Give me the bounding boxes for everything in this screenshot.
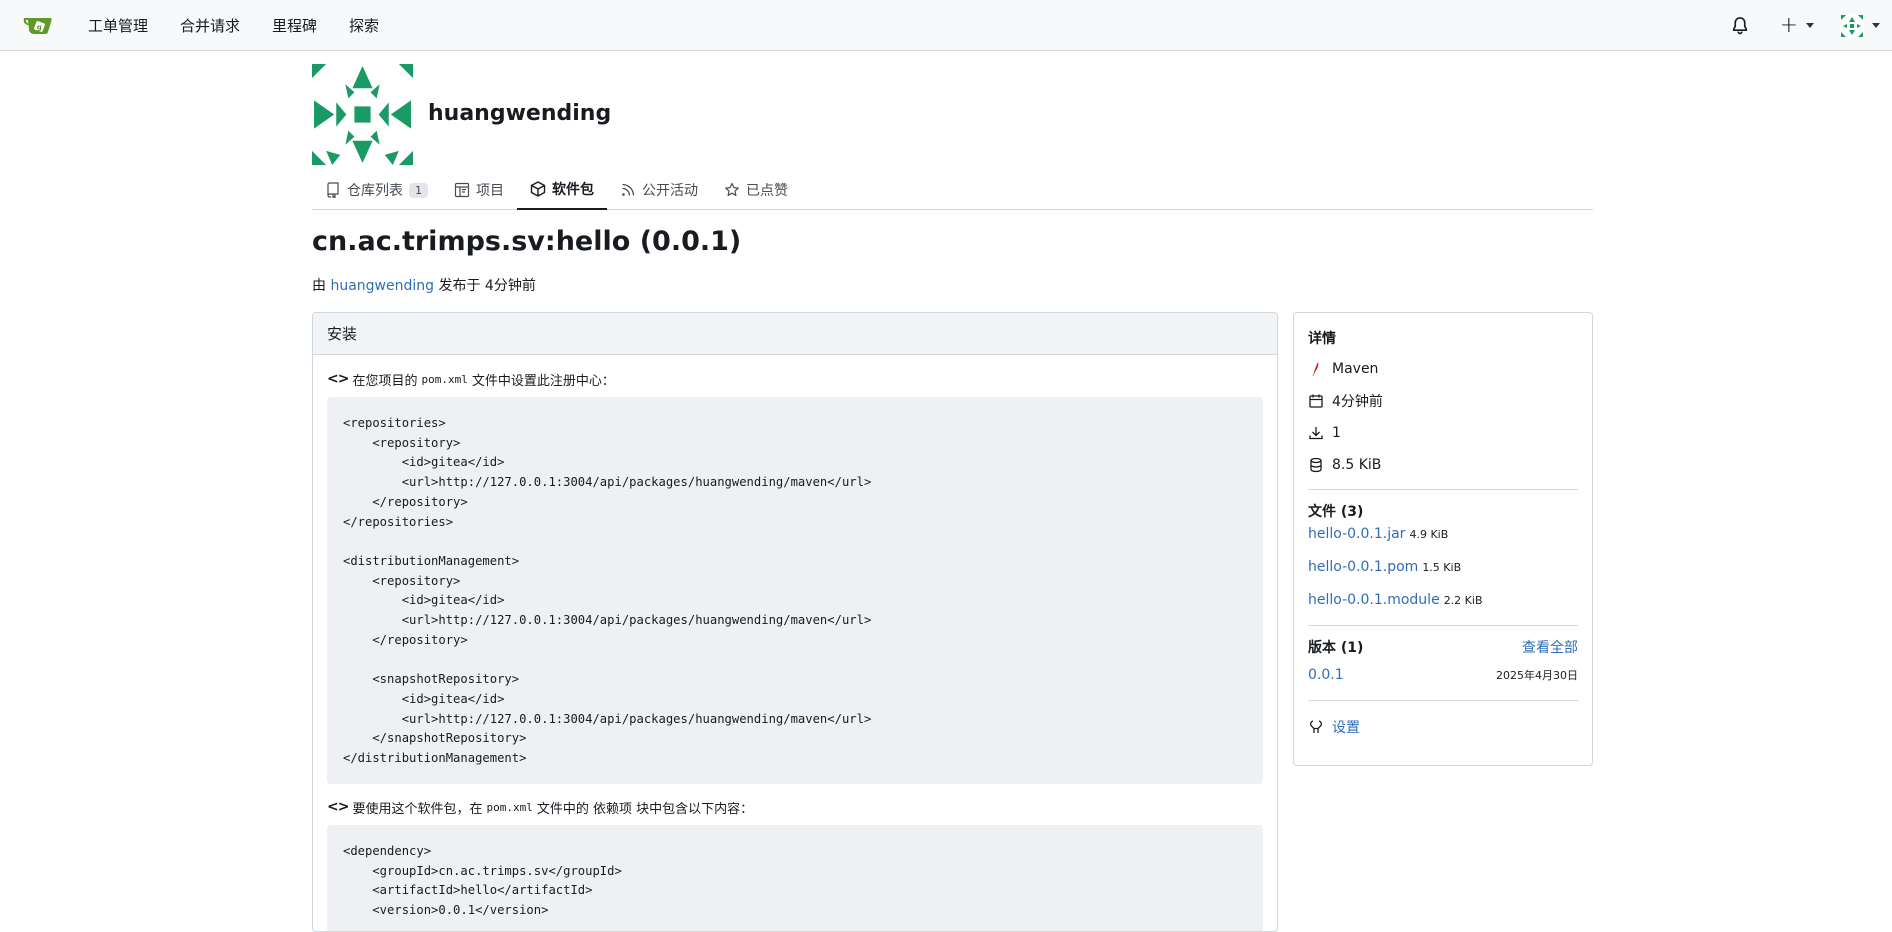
- step-text: 文件中的 依赖项 块中包含以下内容：: [536, 801, 754, 817]
- registry-code-block[interactable]: <repositories> <repository> <id>gitea</i…: [327, 397, 1263, 784]
- install-step-registry: <> 在您项目的 pom.xml 文件中设置此注册中心：: [327, 369, 1263, 389]
- top-navbar: g 工单管理 合并请求 里程碑 探索 +: [0, 0, 1892, 51]
- repo-icon: [327, 182, 339, 198]
- download-count: 1: [1332, 425, 1341, 441]
- database-icon: [1310, 457, 1322, 473]
- published-time: 4分钟前: [1332, 394, 1383, 410]
- tab-label: 项目: [476, 183, 504, 199]
- file-link[interactable]: hello-0.0.1.pom: [1308, 559, 1418, 575]
- file-link[interactable]: hello-0.0.1.jar: [1308, 526, 1405, 542]
- bell-icon[interactable]: [1730, 16, 1750, 36]
- dependency-code-block[interactable]: <dependency> <groupId>cn.ac.trimps.sv</g…: [327, 825, 1263, 931]
- package-icon: [530, 181, 546, 197]
- file-item: hello-0.0.1.module 2.2 KiB: [1308, 588, 1578, 621]
- install-heading: 安装: [313, 313, 1277, 355]
- tools-icon: [1309, 720, 1323, 733]
- versions-header: 版本 (1) 查看全部: [1308, 636, 1578, 658]
- package-size: 8.5 KiB: [1308, 449, 1578, 481]
- settings-link[interactable]: 设置: [1332, 717, 1360, 737]
- version-date: 2025年4月30日: [1496, 669, 1578, 682]
- meta-prefix: 由: [312, 278, 326, 294]
- file-item: hello-0.0.1.pom 1.5 KiB: [1308, 555, 1578, 588]
- file-item: hello-0.0.1.jar 4.9 KiB: [1308, 522, 1578, 555]
- step-filename: pom.xml: [421, 372, 468, 386]
- tab-starred[interactable]: 已点赞: [711, 170, 801, 210]
- repo-count-badge: 1: [409, 182, 428, 198]
- step-filename: pom.xml: [486, 800, 533, 814]
- avatar: [1840, 13, 1864, 38]
- tab-public-activity[interactable]: 公开活动: [607, 170, 711, 210]
- package-meta: 由 huangwending 发布于 4分钟前: [312, 275, 536, 295]
- create-new-menu[interactable]: +: [1779, 12, 1814, 38]
- publisher-link[interactable]: huangwending: [330, 278, 434, 294]
- divider: [1308, 700, 1578, 701]
- package-settings: 设置: [1308, 711, 1578, 743]
- profile-name: huangwending: [428, 101, 612, 126]
- calendar-icon: [1309, 394, 1323, 408]
- version-link[interactable]: 0.0.1: [1308, 667, 1344, 683]
- divider: [1308, 489, 1578, 490]
- nav-explore[interactable]: 探索: [333, 15, 395, 36]
- download-icon: [1309, 427, 1323, 440]
- tab-label: 已点赞: [746, 183, 788, 199]
- file-size: 1.5 KiB: [1422, 561, 1462, 574]
- package-type: Maven: [1308, 353, 1578, 385]
- svg-text:g: g: [37, 24, 42, 32]
- code-icon: <>: [327, 371, 349, 387]
- chevron-down-icon: [1872, 23, 1880, 28]
- details-heading: 详情: [1308, 331, 1336, 347]
- install-panel: 安装 <> 在您项目的 pom.xml 文件中设置此注册中心： <reposit…: [312, 312, 1278, 932]
- gitea-logo-icon[interactable]: g: [22, 13, 54, 37]
- tab-label: 仓库列表: [347, 183, 403, 199]
- package-type-label: Maven: [1332, 361, 1379, 377]
- tab-packages[interactable]: 软件包: [517, 170, 607, 210]
- star-icon: [725, 182, 739, 197]
- tab-projects[interactable]: 项目: [441, 170, 517, 210]
- view-all-versions-link[interactable]: 查看全部: [1522, 637, 1578, 657]
- install-step-dependency: <> 要使用这个软件包，在 pom.xml 文件中的 依赖项 块中包含以下内容：: [327, 797, 1263, 817]
- meta-suffix: 发布于 4分钟前: [438, 278, 536, 294]
- files-heading: 文件 (3): [1308, 504, 1364, 520]
- chevron-down-icon: [1806, 23, 1814, 28]
- divider: [1308, 625, 1578, 626]
- nav-pull-requests[interactable]: 合并请求: [164, 15, 256, 36]
- step-text: 要使用这个软件包，在: [352, 801, 483, 817]
- details-panel: 详情 Maven 4分钟前 1 8.5 KiB 文件 (3) hello-0.0…: [1293, 312, 1593, 766]
- package-published: 4分钟前: [1308, 385, 1578, 417]
- code-icon: <>: [327, 799, 349, 815]
- nav-milestones[interactable]: 里程碑: [256, 15, 333, 36]
- file-size: 2.2 KiB: [1443, 594, 1483, 607]
- rss-icon: [622, 183, 635, 196]
- version-item: 0.0.1 2025年4月30日: [1308, 658, 1578, 692]
- tab-label: 软件包: [552, 182, 594, 198]
- file-size: 4.9 KiB: [1409, 528, 1449, 541]
- tab-repositories[interactable]: 仓库列表 1: [312, 170, 441, 210]
- package-title: cn.ac.trimps.sv:hello (0.0.1): [312, 226, 742, 257]
- user-menu[interactable]: [1840, 13, 1880, 38]
- file-link[interactable]: hello-0.0.1.module: [1308, 592, 1440, 608]
- step-text: 在您项目的: [352, 373, 418, 389]
- project-icon: [454, 182, 470, 198]
- profile-tabs: 仓库列表 1 项目 软件包 公开活动 已点赞: [312, 170, 1593, 210]
- tab-label: 公开活动: [642, 183, 698, 199]
- step-text: 文件中设置此注册中心：: [471, 373, 615, 389]
- profile-avatar: [312, 64, 413, 165]
- package-downloads: 1: [1308, 417, 1578, 449]
- nav-issues[interactable]: 工单管理: [72, 15, 164, 36]
- size-value: 8.5 KiB: [1332, 457, 1382, 473]
- versions-heading: 版本 (1): [1308, 640, 1364, 656]
- maven-feather-icon: [1312, 362, 1319, 377]
- plus-icon: +: [1779, 12, 1798, 38]
